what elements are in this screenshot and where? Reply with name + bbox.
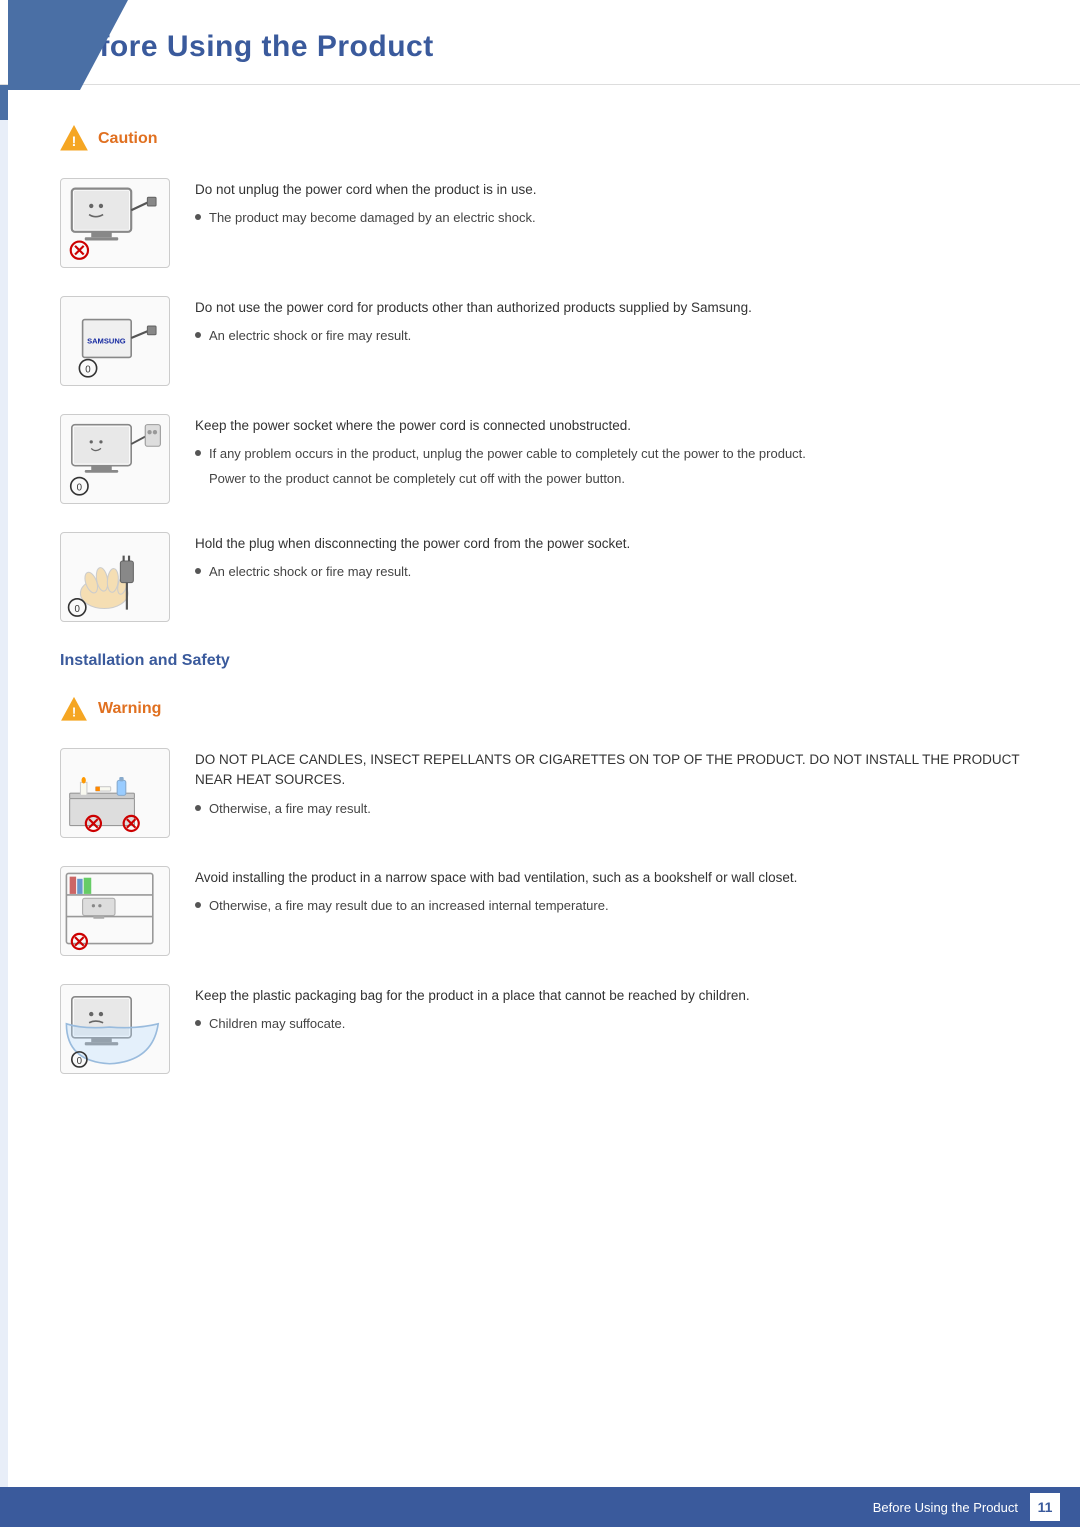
samsung-cord-illustration: SAMSUNG 0	[61, 298, 169, 384]
caution-item-2-main: Do not use the power cord for products o…	[195, 298, 1020, 318]
caution-item-4-main: Hold the plug when disconnecting the pow…	[195, 534, 1020, 554]
warning-item-1-main: DO NOT PLACE CANDLES, INSECT REPELLANTS …	[195, 750, 1020, 791]
warning-header: ! Warning	[60, 695, 1020, 723]
caution-label: Caution	[98, 130, 158, 148]
caution-image-2: SAMSUNG 0	[60, 296, 170, 386]
warning-image-2	[60, 866, 170, 956]
caution-item-1: Do not unplug the power cord when the pr…	[60, 178, 1020, 268]
bullet-icon	[195, 1020, 201, 1026]
installation-section-title: Installation and Safety	[60, 652, 1020, 670]
page-header: Before Using the Product	[0, 0, 1080, 85]
svg-text:0: 0	[75, 604, 81, 615]
candles-illustration	[61, 750, 169, 836]
warning-item-1-sub-text-1: Otherwise, a fire may result.	[209, 799, 371, 819]
caution-item-3-content: Keep the power socket where the power co…	[195, 414, 1020, 488]
warning-image-3: 0	[60, 984, 170, 1074]
footer-text: Before Using the Product	[873, 1500, 1018, 1515]
caution-image-4: 0	[60, 532, 170, 622]
bullet-icon	[195, 450, 201, 456]
main-content: ! Caution	[0, 85, 1080, 1162]
plastic-bag-illustration: 0	[61, 986, 169, 1072]
caution-item-4-content: Hold the plug when disconnecting the pow…	[195, 532, 1020, 587]
bullet-icon	[195, 332, 201, 338]
page-title: Before Using the Product	[60, 30, 1020, 64]
warning-image-1	[60, 748, 170, 838]
caution-item-4-sub-text-1: An electric shock or fire may result.	[209, 562, 411, 582]
warning-item-3-sub-1: Children may suffocate.	[195, 1014, 1020, 1034]
bullet-icon	[195, 902, 201, 908]
warning-item-1-sub-1: Otherwise, a fire may result.	[195, 799, 1020, 819]
caution-triangle-icon: !	[59, 124, 89, 152]
monitor-unplug-illustration	[61, 180, 169, 266]
caution-image-3: 0	[60, 414, 170, 504]
svg-text:!: !	[72, 133, 77, 149]
bullet-icon	[195, 214, 201, 220]
svg-text:0: 0	[77, 482, 83, 493]
plug-hold-illustration: 0	[61, 534, 169, 620]
caution-item-3-sub-text-1: If any problem occurs in the product, un…	[209, 444, 806, 464]
warning-label: Warning	[98, 700, 161, 718]
warning-item-3-main: Keep the plastic packaging bag for the p…	[195, 986, 1020, 1006]
caution-item-2-content: Do not use the power cord for products o…	[195, 296, 1020, 351]
svg-text:0: 0	[85, 364, 91, 375]
caution-item-2-sub-text-1: An electric shock or fire may result.	[209, 326, 411, 346]
warning-item-2-sub-text-1: Otherwise, a fire may result due to an i…	[209, 896, 609, 916]
bookshelf-illustration	[61, 868, 169, 954]
svg-text:SAMSUNG: SAMSUNG	[87, 336, 126, 345]
page-footer: Before Using the Product 11	[0, 1487, 1080, 1527]
socket-illustration: 0	[61, 416, 169, 502]
caution-item-1-main: Do not unplug the power cord when the pr…	[195, 180, 1020, 200]
warning-item-2-content: Avoid installing the product in a narrow…	[195, 866, 1020, 921]
caution-item-3: 0 Keep the power socket where the power …	[60, 414, 1020, 504]
caution-item-4-sub-1: An electric shock or fire may result.	[195, 562, 1020, 582]
warning-item-1-content: DO NOT PLACE CANDLES, INSECT REPELLANTS …	[195, 748, 1020, 823]
caution-item-2-sub-1: An electric shock or fire may result.	[195, 326, 1020, 346]
caution-item-3-main: Keep the power socket where the power co…	[195, 416, 1020, 436]
caution-header: ! Caution	[60, 125, 1020, 153]
caution-icon: !	[60, 125, 88, 153]
svg-text:!: !	[72, 704, 76, 719]
caution-item-1-sub-text-1: The product may become damaged by an ele…	[209, 208, 536, 228]
svg-text:0: 0	[77, 1056, 83, 1067]
left-accent-bar	[0, 0, 8, 1527]
warning-item-3-sub-text-1: Children may suffocate.	[209, 1014, 345, 1034]
page-number: 11	[1030, 1493, 1060, 1521]
caution-item-3-sub-1: If any problem occurs in the product, un…	[195, 444, 1020, 464]
caution-item-1-sub-1: The product may become damaged by an ele…	[195, 208, 1020, 228]
caution-image-1	[60, 178, 170, 268]
bullet-icon	[195, 805, 201, 811]
warning-item-3-content: Keep the plastic packaging bag for the p…	[195, 984, 1020, 1039]
warning-item-2-main: Avoid installing the product in a narrow…	[195, 868, 1020, 888]
warning-item-2: Avoid installing the product in a narrow…	[60, 866, 1020, 956]
caution-item-2: SAMSUNG 0 Do not use the power cord for …	[60, 296, 1020, 386]
warning-item-2-sub-1: Otherwise, a fire may result due to an i…	[195, 896, 1020, 916]
caution-item-4: 0 Hold the plug when disconnecting the p…	[60, 532, 1020, 622]
warning-icon: !	[60, 695, 88, 723]
warning-item-3: 0 Keep the plastic packaging bag for the…	[60, 984, 1020, 1074]
bullet-icon	[195, 568, 201, 574]
caution-item-3-extra: Power to the product cannot be completel…	[209, 469, 1020, 489]
caution-item-1-content: Do not unplug the power cord when the pr…	[195, 178, 1020, 233]
warning-triangle-icon: !	[60, 695, 88, 723]
warning-item-1: DO NOT PLACE CANDLES, INSECT REPELLANTS …	[60, 748, 1020, 838]
